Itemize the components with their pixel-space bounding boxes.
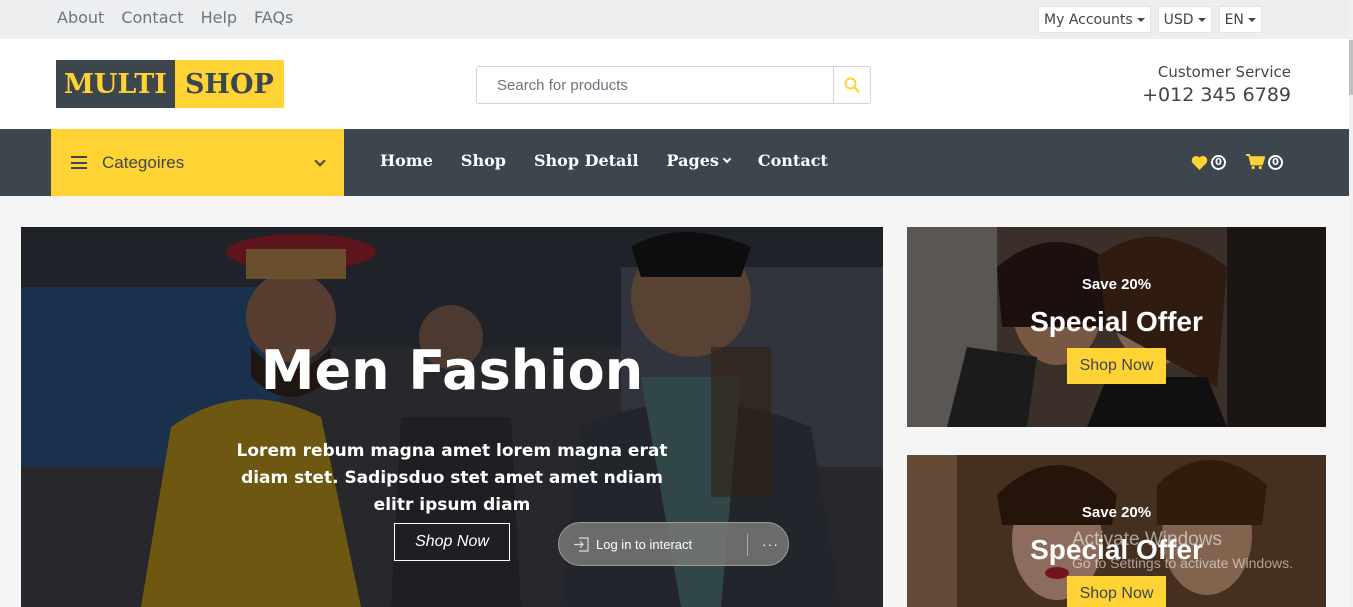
caret-down-icon bbox=[1197, 17, 1206, 22]
top-link-help[interactable]: Help bbox=[201, 8, 237, 27]
offer-shop-now-button[interactable]: Shop Now bbox=[1067, 576, 1166, 607]
page-scrollbar[interactable] bbox=[1349, 0, 1353, 607]
wishlist-button[interactable]: 0 bbox=[1191, 154, 1226, 170]
caret-down-icon bbox=[1247, 17, 1256, 22]
top-dropdowns: My Accounts USD EN bbox=[1038, 6, 1262, 33]
top-links: About Contact Help FAQs bbox=[57, 8, 310, 27]
chevron-down-icon bbox=[722, 154, 732, 164]
nav-item-pages-label: Pages bbox=[666, 151, 719, 170]
currency-dropdown[interactable]: USD bbox=[1157, 6, 1212, 33]
top-link-contact[interactable]: Contact bbox=[121, 8, 183, 27]
divider bbox=[747, 534, 748, 556]
activate-windows-subtitle: Go to Settings to activate Windows. bbox=[1072, 555, 1293, 571]
header: MULTI SHOP Customer Service +012 345 678… bbox=[0, 39, 1353, 129]
offer-title: Special Offer bbox=[1030, 306, 1203, 337]
nav-item-home[interactable]: Home bbox=[380, 151, 433, 170]
hero-shop-now-button[interactable]: Shop Now bbox=[394, 523, 510, 561]
search-input[interactable] bbox=[477, 67, 833, 103]
chevron-down-icon bbox=[314, 155, 326, 167]
logo-part-shop: SHOP bbox=[174, 60, 284, 108]
language-dropdown[interactable]: EN bbox=[1218, 6, 1262, 33]
nav-item-pages[interactable]: Pages bbox=[666, 151, 732, 170]
wishlist-count: 0 bbox=[1211, 154, 1226, 170]
hero-title: Men Fashion bbox=[260, 339, 644, 402]
accounts-label: My Accounts bbox=[1044, 11, 1133, 28]
nav-menu: Home Shop Shop Detail Pages Contact bbox=[380, 151, 856, 170]
hero-subtitle: Lorem rebum magna amet lorem magna erat … bbox=[236, 441, 668, 515]
scrollbar-thumb[interactable] bbox=[1349, 40, 1353, 95]
categories-label: Categoires bbox=[102, 152, 185, 172]
customer-service: Customer Service +012 345 6789 bbox=[1142, 63, 1291, 106]
cart-button[interactable]: 0 bbox=[1246, 154, 1283, 170]
top-link-about[interactable]: About bbox=[57, 8, 104, 27]
offer-card-1[interactable]: Save 20% Special Offer Shop Now bbox=[907, 227, 1326, 427]
nav-icons: 0 0 bbox=[1191, 154, 1283, 170]
offer-save-label: Save 20% bbox=[1081, 276, 1152, 293]
login-to-interact-pill[interactable]: Log in to interact ··· bbox=[558, 522, 789, 566]
cart-icon bbox=[1246, 154, 1265, 170]
search-icon bbox=[844, 77, 860, 93]
offer-shop-now-button[interactable]: Shop Now bbox=[1067, 348, 1166, 384]
offer-save-label: Save 20% bbox=[1081, 504, 1152, 521]
logo[interactable]: MULTI SHOP bbox=[56, 60, 284, 108]
caret-down-icon bbox=[1136, 17, 1145, 22]
nav-item-shop-detail[interactable]: Shop Detail bbox=[534, 151, 639, 170]
top-link-faqs[interactable]: FAQs bbox=[254, 8, 293, 27]
customer-service-label: Customer Service bbox=[1157, 63, 1291, 81]
more-options-icon[interactable]: ··· bbox=[762, 536, 779, 552]
nav-item-contact[interactable]: Contact bbox=[758, 151, 828, 170]
currency-label: USD bbox=[1163, 11, 1194, 28]
search-button[interactable] bbox=[833, 67, 870, 103]
login-label: Log in to interact bbox=[596, 536, 693, 552]
heart-icon bbox=[1191, 155, 1208, 170]
cart-count: 0 bbox=[1268, 154, 1283, 170]
phone-number: +012 345 6789 bbox=[1142, 84, 1291, 106]
logo-part-multi: MULTI bbox=[56, 60, 175, 108]
activate-windows-title: Activate Windows bbox=[1072, 529, 1222, 550]
main-nav: Categoires Home Shop Shop Detail Pages C… bbox=[0, 129, 1353, 196]
nav-item-shop[interactable]: Shop bbox=[461, 151, 506, 170]
search-bar bbox=[476, 66, 871, 104]
categories-toggle[interactable]: Categoires bbox=[51, 129, 344, 196]
login-icon bbox=[574, 536, 589, 552]
menu-icon bbox=[71, 156, 87, 169]
accounts-dropdown[interactable]: My Accounts bbox=[1038, 6, 1151, 33]
language-label: EN bbox=[1224, 11, 1244, 28]
top-bar: About Contact Help FAQs My Accounts USD … bbox=[0, 0, 1353, 39]
